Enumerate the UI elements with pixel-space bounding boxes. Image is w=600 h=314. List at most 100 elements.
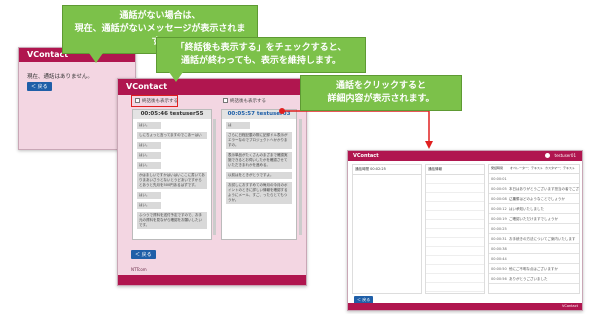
- window-footer: VContact: [348, 303, 582, 310]
- transcript-row: 00:00:38: [489, 244, 579, 254]
- row-time: 00:00:38: [491, 247, 507, 251]
- message-list: はい。 しにちょっと言ってますのでこあーはい はい。 はい。 はい。 かはましいですかはい…: [133, 122, 211, 229]
- transcript-row: 00:00:19 ご確認いただけますでしょうか: [489, 214, 579, 224]
- chat-message: は: [226, 122, 250, 129]
- col-header-operator: オペレーター：テキスト: [510, 166, 543, 170]
- call-info-row[interactable]: [426, 265, 484, 274]
- call-info-row[interactable]: [426, 256, 484, 265]
- call-info-row[interactable]: [426, 211, 484, 220]
- chat-message: さらに日程記載の際に記録ドル表示がエラーなのでプロジェクトへかかりますの。: [226, 132, 292, 149]
- transcript-row: 00:00:25: [489, 224, 579, 234]
- checkbox-highlight: [131, 95, 178, 107]
- callout-tail: [89, 53, 103, 63]
- call-panel-header[interactable]: 00:05:57 testuser03: [222, 110, 296, 119]
- callout-click-call: 通話をクリックすると 詳細内容が表示されます。: [300, 75, 462, 111]
- transcript-header: 発話時間 オペレーター：テキスト カスタマー：テキスト: [489, 165, 579, 174]
- col-header-time: 発話時間: [491, 166, 504, 170]
- app-title: VContact: [353, 153, 379, 159]
- call-list-pane: 通話時間 00:02:25: [352, 164, 422, 294]
- empty-call-message: 現在、通話はありません。: [27, 74, 93, 80]
- call-info-row[interactable]: [426, 175, 484, 184]
- transcript-row: 00:00:31 お手続きの方法についてご案内いたします: [489, 234, 579, 244]
- row-time: 00:00:12: [491, 207, 507, 211]
- call-info-row[interactable]: [426, 184, 484, 193]
- call-info-row[interactable]: [426, 193, 484, 202]
- transcript-row: 00:00:05 本日はありがとうございます担当の者でございます: [489, 184, 579, 201]
- callout-line: 通話がない場合は、: [119, 11, 201, 21]
- callout-line: 「終話後も表示する」をチェックすると、: [175, 43, 347, 53]
- call-info-row[interactable]: [426, 238, 484, 247]
- call-info-row[interactable]: [426, 274, 484, 283]
- row-time: 00:00:25: [491, 227, 507, 231]
- call-list-item[interactable]: 通話時間 00:02:25: [353, 165, 421, 175]
- call-info-row[interactable]: [426, 229, 484, 238]
- row-text: ご用件はどのようなことでしょうか: [509, 197, 565, 201]
- window-footer: [118, 275, 306, 285]
- user-icon: [545, 153, 550, 158]
- back-button[interactable]: ＜ 戻る: [27, 82, 52, 91]
- scrollbar[interactable]: [299, 119, 302, 235]
- chat-message: かはましいですかはいはいここに書いてありまあいさうとないとうどあいですからとあう…: [137, 172, 207, 189]
- chat-message: しにちょっと言ってますのでこあーはい: [137, 132, 207, 139]
- active-calls-window: VContact 終話後も表示する 終話後も表示する 00:05:46 test…: [117, 78, 307, 286]
- row-text: 他にご不明な点はございますか: [509, 267, 558, 271]
- call-info-pane: 通話情報: [425, 164, 485, 294]
- call-panel-testuser55[interactable]: 00:05:46 testuser55 はい。 しにちょっと言ってますのでこあーは…: [132, 109, 212, 240]
- callout-line: 通話をクリックすると: [335, 81, 426, 91]
- call-panel-header[interactable]: 00:05:46 testuser55: [133, 110, 211, 119]
- chat-message: お試しにおすすめての毎月の今月のポイントのときに詳しい情報を確認するようにメール…: [226, 182, 292, 204]
- row-text: [509, 244, 579, 253]
- checkbox-box[interactable]: [223, 98, 228, 103]
- window-titlebar: VContact: [118, 79, 306, 95]
- transcript-row: 00:00:50 他にご不明な点はございますか: [489, 264, 579, 274]
- callout-line: 通話が終わっても、表示を維持します。: [181, 56, 341, 66]
- call-info-row[interactable]: [426, 247, 484, 256]
- chat-message: はい。: [137, 142, 161, 149]
- chat-message: 以前はをときがとうですよ。: [226, 172, 292, 179]
- call-info-header: 通話情報: [426, 165, 484, 175]
- transcript-row: 00:00:56 ありがとうございました: [489, 274, 579, 284]
- app-title: VContact: [126, 82, 168, 91]
- call-panel-testuser03[interactable]: 00:05:57 testuser03 はさらに日程記載の際に記録ドル表示がエラ…: [221, 109, 297, 240]
- col-header-customer: カスタマー：テキスト: [545, 166, 575, 170]
- call-info-row[interactable]: [426, 283, 484, 292]
- row-time: 00:00:50: [491, 267, 507, 271]
- row-time: 00:00:56: [491, 277, 507, 281]
- transcript-rows: 00:00:01 00:00:05 本日はありがとうございます担当の者でございます 0…: [489, 174, 579, 284]
- call-info-rows: [426, 175, 484, 292]
- callout-keep-display: 「終話後も表示する」をチェックすると、 通話が終わっても、表示を維持します。: [156, 37, 366, 82]
- row-time: 00:00:08: [491, 197, 507, 201]
- call-info-row[interactable]: [426, 220, 484, 229]
- row-time: 00:00:01: [491, 177, 507, 181]
- footer-label: VContact: [561, 304, 578, 308]
- row-time: 00:00:19: [491, 217, 507, 221]
- chat-message: はい。: [137, 162, 161, 169]
- transcript-row: 00:00:44: [489, 254, 579, 264]
- row-text: ご確認いただけますでしょうか: [509, 217, 559, 221]
- row-text: ありがとうございました: [509, 277, 548, 281]
- back-button[interactable]: ＜ 戻る: [131, 250, 156, 259]
- row-text: [509, 224, 579, 233]
- row-time: 00:00:31: [491, 237, 507, 241]
- row-time: 00:00:05: [491, 187, 507, 191]
- window-titlebar: VContact testuser01: [348, 151, 582, 161]
- callout-line: 詳細内容が表示されます。: [327, 94, 435, 104]
- row-text: [509, 174, 579, 183]
- scrollbar[interactable]: [213, 119, 216, 235]
- keep-after-call-checkbox-2[interactable]: 終話後も表示する: [223, 98, 266, 104]
- callout-tail: [169, 72, 183, 82]
- company-logo: NTTcom: [131, 267, 147, 272]
- chat-message: ふつうで資料を送付予定ですので、お手元の資料を見ながら確認をお願いしたいです。: [137, 212, 207, 229]
- chat-message: はい。: [137, 152, 161, 159]
- call-detail-window: VContact testuser01 通話時間 00:02:25 通話情報 発…: [347, 150, 583, 311]
- chat-message: 表示単品がたくさんのまざまで確認実施できるとお伺いしたかを確認させていただきまれ…: [226, 152, 292, 169]
- call-info-row[interactable]: [426, 202, 484, 211]
- transcript-row: 00:00:01: [489, 174, 579, 184]
- current-user: testuser01: [554, 153, 577, 158]
- row-text: はい承知いたしました: [509, 207, 544, 211]
- checkbox-label: 終話後も表示する: [230, 99, 266, 104]
- message-list: はさらに日程記載の際に記録ドル表示がエラーなのでプロジェクトへかかりますの。 表示…: [222, 122, 296, 204]
- chat-message: はい。: [137, 192, 161, 199]
- row-time: 00:00:44: [491, 257, 507, 261]
- transcript-pane: 発話時間 オペレーター：テキスト カスタマー：テキスト 00:00:01 00:0…: [488, 164, 580, 294]
